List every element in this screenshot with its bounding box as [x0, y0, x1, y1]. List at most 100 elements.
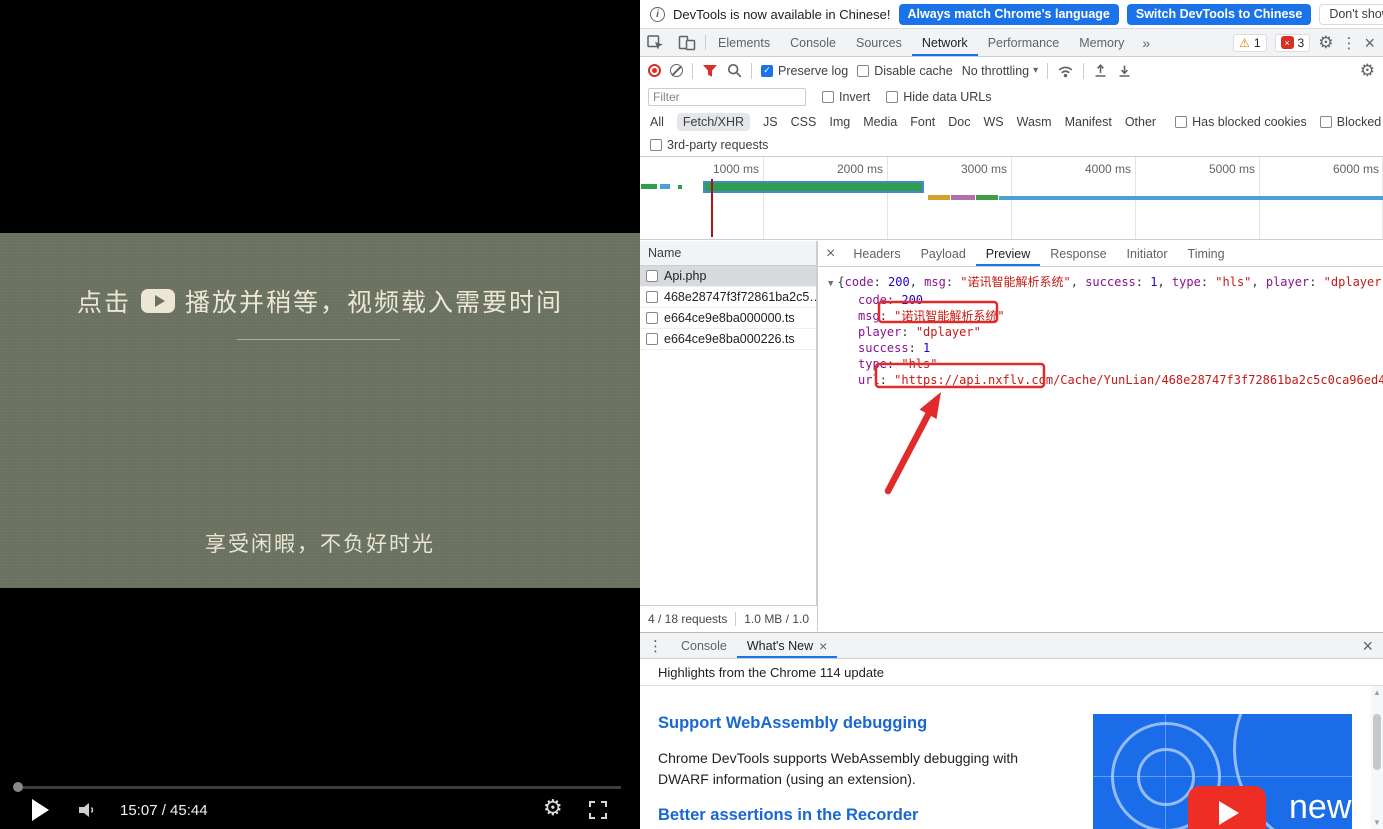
wasm-debugging-heading[interactable]: Support WebAssembly debugging [658, 714, 927, 733]
video-screen[interactable]: 点击 播放并稍等，视频载入需要时间 享受闲暇，不负好时光 [0, 233, 640, 588]
has-blocked-cookies-label: Has blocked cookies [1192, 115, 1307, 129]
filter-type-ws[interactable]: WS [983, 115, 1003, 129]
request-row-ts-000000[interactable]: e664ce9e8ba000000.ts [640, 308, 816, 329]
checkbox-unchecked-icon[interactable] [1320, 116, 1332, 128]
network-main-toolbar: ✓ Preserve log Disable cache No throttli… [640, 57, 1383, 84]
name-column-header[interactable]: Name [640, 241, 816, 266]
has-blocked-cookies-checkbox[interactable]: Has blocked cookies [1175, 115, 1307, 129]
errors-badge[interactable]: × 3 [1275, 34, 1311, 52]
blocked-requests-checkbox[interactable]: Blocked Requests [1320, 115, 1383, 129]
more-tabs-icon[interactable]: » [1134, 29, 1158, 56]
disclosure-triangle-icon[interactable]: ▼ [828, 279, 833, 289]
checkbox-unchecked-icon[interactable] [886, 91, 898, 103]
filter-type-font[interactable]: Font [910, 115, 935, 129]
checkbox-unchecked-icon[interactable] [650, 139, 662, 151]
search-icon[interactable] [727, 63, 742, 78]
tab-preview[interactable]: Preview [976, 241, 1040, 266]
tab-performance[interactable]: Performance [978, 29, 1070, 56]
record-icon[interactable] [648, 64, 661, 77]
disable-cache-checkbox[interactable]: Disable cache [857, 64, 953, 78]
switch-devtools-chinese-button[interactable]: Switch DevTools to Chinese [1127, 4, 1311, 25]
scroll-up-icon[interactable]: ▲ [1371, 688, 1383, 697]
tab-memory[interactable]: Memory [1069, 29, 1134, 56]
tab-initiator[interactable]: Initiator [1117, 241, 1178, 266]
always-match-language-button[interactable]: Always match Chrome's language [899, 4, 1119, 25]
drawer-kebab-menu-icon[interactable]: ⋮ [640, 637, 671, 655]
checkbox-unchecked-icon[interactable] [857, 65, 869, 77]
volume-icon[interactable] [76, 799, 98, 826]
request-checkbox[interactable] [646, 291, 658, 303]
drawer-scrollbar[interactable]: ▲ ▼ [1371, 686, 1383, 829]
network-settings-gear-icon[interactable]: ⚙ [1360, 61, 1375, 81]
preserve-log-checkbox[interactable]: ✓ Preserve log [761, 64, 848, 78]
recorder-assertions-heading[interactable]: Better assertions in the Recorder [658, 806, 918, 825]
devtools-close-icon[interactable]: × [1364, 34, 1375, 52]
waterfall-bar [928, 195, 950, 200]
throttling-select[interactable]: No throttling ▾ [962, 64, 1038, 78]
tab-timing[interactable]: Timing [1178, 241, 1235, 266]
tab-network[interactable]: Network [912, 29, 978, 56]
tab-elements[interactable]: Elements [708, 29, 780, 56]
scroll-down-icon[interactable]: ▼ [1371, 818, 1383, 827]
network-conditions-icon[interactable] [1057, 64, 1074, 78]
tick-4000ms: 4000 ms [1055, 162, 1131, 176]
drawer-close-icon[interactable]: × [1352, 637, 1383, 655]
filter-type-all[interactable]: All [650, 115, 664, 129]
filter-type-fetch-xhr[interactable]: Fetch/XHR [677, 113, 750, 131]
details-close-icon[interactable]: × [818, 246, 843, 262]
settings-gear-icon[interactable]: ⚙ [1318, 33, 1333, 53]
request-row-ts-000226[interactable]: e664ce9e8ba000226.ts [640, 329, 816, 350]
filter-type-doc[interactable]: Doc [948, 115, 970, 129]
filter-type-js[interactable]: JS [763, 115, 778, 129]
request-checkbox[interactable] [646, 270, 658, 282]
play-button[interactable] [32, 799, 49, 821]
tab-payload[interactable]: Payload [911, 241, 976, 266]
tab-response[interactable]: Response [1040, 241, 1116, 266]
request-checkbox[interactable] [646, 333, 658, 345]
device-toolbar-icon[interactable] [671, 29, 703, 56]
infobar-message: DevTools is now available in Chinese! [673, 7, 891, 22]
checkbox-unchecked-icon[interactable] [1175, 116, 1187, 128]
filter-funnel-icon[interactable] [702, 64, 718, 78]
tab-headers[interactable]: Headers [843, 241, 910, 266]
drawer-tab-console[interactable]: Console [671, 633, 737, 658]
import-har-icon[interactable] [1093, 63, 1108, 78]
filter-input[interactable] [648, 88, 806, 106]
dont-show-again-button[interactable]: Don't show again [1319, 4, 1383, 25]
clear-icon[interactable] [670, 64, 683, 77]
fullscreen-icon[interactable] [588, 800, 608, 825]
hide-data-urls-checkbox[interactable]: Hide data URLs [886, 90, 991, 104]
request-row-api-php[interactable]: Api.php [640, 266, 816, 287]
video-settings-gear-icon[interactable]: ⚙ [543, 795, 563, 821]
video-player[interactable]: 点击 播放并稍等，视频载入需要时间 享受闲暇，不负好时光 15:07 / 45:… [0, 0, 640, 829]
third-party-checkbox[interactable]: 3rd-party requests [650, 138, 768, 152]
json-prop-msg: msg: "诺讯智能解析系统" [828, 308, 1383, 324]
export-har-icon[interactable] [1117, 63, 1132, 78]
filter-type-css[interactable]: CSS [791, 115, 817, 129]
filter-type-other[interactable]: Other [1125, 115, 1156, 129]
inspect-element-icon[interactable] [640, 29, 671, 56]
scrollbar-thumb[interactable] [1373, 714, 1381, 770]
network-overview-timeline[interactable]: 1000 ms 2000 ms 3000 ms 4000 ms 5000 ms … [640, 157, 1383, 240]
filter-type-img[interactable]: Img [829, 115, 850, 129]
whats-new-tab-close-icon[interactable]: × [819, 639, 827, 653]
request-details-panel: × Headers Payload Preview Response Initi… [817, 241, 1383, 631]
tab-console[interactable]: Console [780, 29, 846, 56]
warnings-badge[interactable]: ⚠ 1 [1233, 34, 1266, 52]
video-progress-bar[interactable] [16, 786, 621, 789]
checkbox-unchecked-icon[interactable] [822, 91, 834, 103]
request-row-m3u8[interactable]: 468e28747f3f72861ba2c5… [640, 287, 816, 308]
kebab-menu-icon[interactable]: ⋮ [1341, 34, 1356, 52]
whats-new-thumbnail[interactable]: new [1093, 714, 1352, 829]
checkbox-checked-icon[interactable]: ✓ [761, 65, 773, 77]
video-progress-knob[interactable] [13, 782, 23, 792]
tab-sources[interactable]: Sources [846, 29, 912, 56]
video-overlay-instruction: 点击 播放并稍等，视频载入需要时间 [0, 283, 640, 319]
json-root-line[interactable]: ▼{code: 200, msg: "诺讯智能解析系统", success: 1… [828, 274, 1383, 292]
invert-checkbox[interactable]: Invert [822, 90, 870, 104]
drawer-tab-whats-new[interactable]: What's New × [737, 633, 837, 658]
filter-type-manifest[interactable]: Manifest [1065, 115, 1112, 129]
request-checkbox[interactable] [646, 312, 658, 324]
filter-type-media[interactable]: Media [863, 115, 897, 129]
filter-type-wasm[interactable]: Wasm [1017, 115, 1052, 129]
